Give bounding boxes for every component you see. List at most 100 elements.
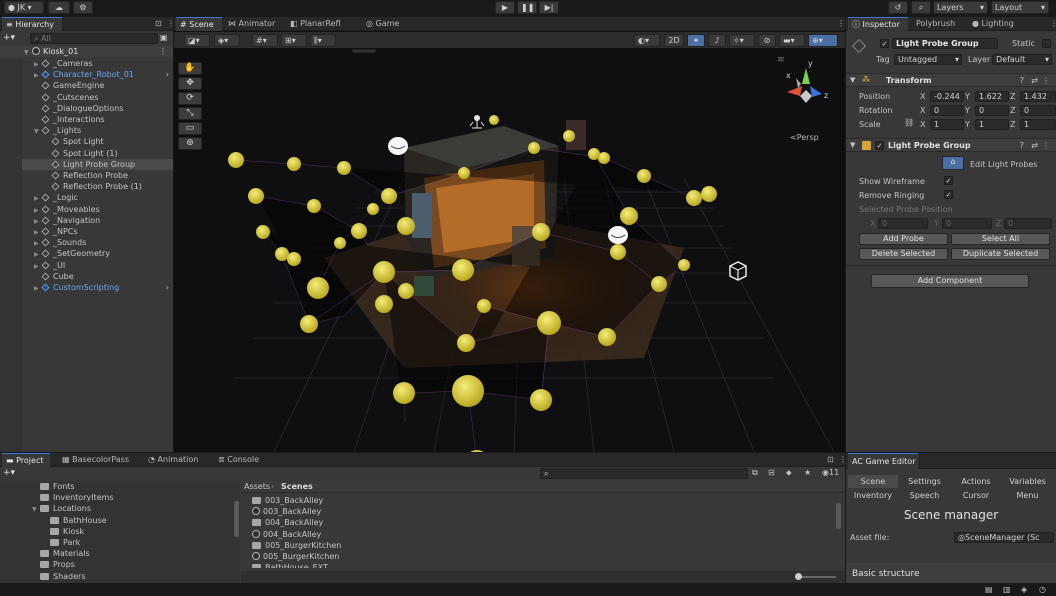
transform-header[interactable]: ▼ ⁂ Transform ? ⇄ ⋮: [846, 73, 1056, 87]
pause-button[interactable]: ❚❚: [517, 1, 537, 14]
tab-polybrush[interactable]: Polybrush: [912, 17, 964, 31]
light-probe-sphere[interactable]: [307, 199, 321, 213]
slider-handle[interactable]: [795, 573, 802, 580]
layout-dropdown[interactable]: Layout ▾: [991, 1, 1049, 14]
transform-z-field[interactable]: 0: [1020, 105, 1056, 116]
expand-arrow-icon[interactable]: ▼: [24, 47, 32, 58]
hidden-packages-icon[interactable]: ◉11: [822, 468, 839, 477]
show-wireframe-checkbox[interactable]: ✓: [944, 176, 953, 185]
light-probe-sphere[interactable]: [452, 375, 484, 407]
scene-overlay-menu-icon[interactable]: ≡: [777, 55, 785, 65]
tab-ac-game-editor[interactable]: AC Game Editor: [848, 453, 918, 469]
light-probe-sphere[interactable]: [610, 244, 626, 260]
debug-icon[interactable]: ◈: [1021, 585, 1027, 594]
transform-tool-button[interactable]: ⊛: [178, 137, 202, 150]
tool-palette-handle[interactable]: [352, 49, 376, 53]
tab-basecolorpass[interactable]: ▦ BasecolorPass: [58, 453, 136, 467]
axis-z-label[interactable]: Z: [1010, 120, 1015, 129]
asset-file-field[interactable]: ◎SceneManager (Sc: [954, 532, 1054, 543]
icon-size-slider[interactable]: [796, 576, 836, 578]
transform-y-field[interactable]: 0: [975, 105, 1009, 116]
lighting-toggle[interactable]: ✦: [687, 34, 705, 47]
asset-item[interactable]: 005_BurgerKitchen: [252, 540, 812, 551]
camera-dropdown[interactable]: ▬▾: [779, 34, 805, 47]
panel-menu-icon[interactable]: ⋮: [835, 453, 845, 467]
project-folder-item[interactable]: InventoryItems: [0, 492, 230, 503]
hidden-toggle[interactable]: ⊘: [758, 34, 776, 47]
hierarchy-item[interactable]: ▶ _SetGeometry: [0, 248, 173, 259]
add-probe-button[interactable]: Add Probe: [859, 233, 948, 245]
ac-tab-inventory[interactable]: Inventory: [848, 489, 898, 502]
progress-icon[interactable]: ▤: [985, 585, 993, 594]
history-button[interactable]: ↺: [888, 1, 908, 14]
ac-tab-actions[interactable]: Actions: [951, 475, 1001, 488]
gizmos-dropdown[interactable]: ⊕▾: [808, 34, 838, 47]
active-checkbox[interactable]: ✓: [880, 39, 889, 48]
light-probe-sphere[interactable]: [528, 142, 540, 154]
preset-icon[interactable]: ⇄: [1031, 141, 1038, 150]
axis-y-label[interactable]: Y: [965, 92, 970, 101]
account-button[interactable]: ● JK ▾: [4, 1, 44, 14]
ac-tab-cursor[interactable]: Cursor: [951, 489, 1001, 502]
project-search-input[interactable]: ⌕: [540, 468, 748, 479]
persp-label[interactable]: <Persp: [790, 133, 819, 142]
filter-icon[interactable]: ▣: [160, 33, 170, 44]
hierarchy-item[interactable]: _Interactions: [0, 114, 173, 125]
light-probe-sphere[interactable]: [381, 188, 397, 204]
light-probe-sphere[interactable]: [701, 186, 717, 202]
search-button[interactable]: ⌕: [911, 1, 931, 14]
2d-toggle[interactable]: 2D: [664, 34, 684, 47]
sel-x-field[interactable]: 0: [878, 218, 928, 229]
hierarchy-item[interactable]: ▶ _NPCs: [0, 226, 173, 237]
hierarchy-item[interactable]: ▼ _Lights: [0, 125, 173, 136]
light-probe-sphere[interactable]: [287, 252, 301, 266]
light-probe-sphere[interactable]: [452, 259, 474, 281]
lock-icon[interactable]: ⊡: [151, 17, 162, 31]
transform-x-field[interactable]: 1: [930, 119, 964, 130]
light-probe-sphere[interactable]: [256, 225, 270, 239]
hierarchy-item[interactable]: ▶ _Cameras: [0, 58, 173, 69]
select-all-button[interactable]: Select All: [951, 233, 1050, 245]
component-menu-icon[interactable]: ⋮: [1042, 76, 1050, 85]
tab-hierarchy[interactable]: ≡ Hierarchy: [2, 17, 62, 31]
move-tool-button[interactable]: ✥: [178, 77, 202, 90]
light-probe-sphere[interactable]: [678, 259, 690, 271]
hierarchy-item[interactable]: ▶ Character_Robot_01 ›: [0, 69, 173, 80]
project-folder-item[interactable]: Fonts: [0, 481, 230, 492]
tag-icon[interactable]: ⬥: [786, 468, 792, 478]
play-button[interactable]: ▶: [495, 1, 515, 14]
breadcrumb-scenes[interactable]: Scenes: [281, 482, 313, 491]
scale-tool-button[interactable]: ⤡: [178, 107, 202, 120]
tab-console[interactable]: ≣ Console: [214, 453, 266, 467]
project-folder-item[interactable]: ▼ Locations: [0, 503, 230, 514]
open-prefab-icon[interactable]: ›: [166, 282, 169, 293]
constrain-proportions-icon[interactable]: ⛓: [904, 118, 914, 127]
asset-item[interactable]: 003_BackAlley: [252, 495, 812, 506]
search-label-icon[interactable]: ⊟: [768, 468, 775, 477]
static-checkbox[interactable]: [1042, 39, 1051, 48]
panel-menu-icon[interactable]: ⋮: [163, 17, 173, 31]
basic-structure-header[interactable]: Basic structure: [846, 563, 1056, 583]
light-probe-sphere[interactable]: [477, 299, 491, 313]
open-prefab-icon[interactable]: ›: [166, 69, 169, 80]
step-button[interactable]: ▶|: [539, 1, 559, 14]
light-probe-sphere[interactable]: [686, 190, 702, 206]
audio-toggle[interactable]: ♪: [708, 34, 726, 47]
grid-dropdown[interactable]: #▾: [252, 34, 278, 47]
light-probe-sphere[interactable]: [275, 247, 289, 261]
ac-tab-settings[interactable]: Settings: [900, 475, 950, 488]
hierarchy-item[interactable]: _Cutscenes: [0, 92, 173, 103]
hand-tool-button[interactable]: ✋: [178, 62, 202, 75]
light-probe-sphere[interactable]: [588, 148, 600, 160]
scene-menu-icon[interactable]: ⋮: [159, 46, 167, 57]
light-probe-sphere[interactable]: [651, 276, 667, 292]
inspector-menu-icon[interactable]: ⋮: [1046, 17, 1056, 31]
hierarchy-item[interactable]: ▶ _Sounds: [0, 237, 173, 248]
light-probe-sphere[interactable]: [375, 295, 393, 313]
duplicate-selected-button[interactable]: Duplicate Selected: [951, 248, 1050, 260]
expand-arrow-icon[interactable]: ▶: [34, 283, 42, 294]
axis-y-label[interactable]: Y: [965, 106, 970, 115]
light-probe-sphere[interactable]: [532, 223, 550, 241]
project-folder-item[interactable]: Props: [0, 559, 230, 570]
light-probe-sphere[interactable]: [228, 152, 244, 168]
